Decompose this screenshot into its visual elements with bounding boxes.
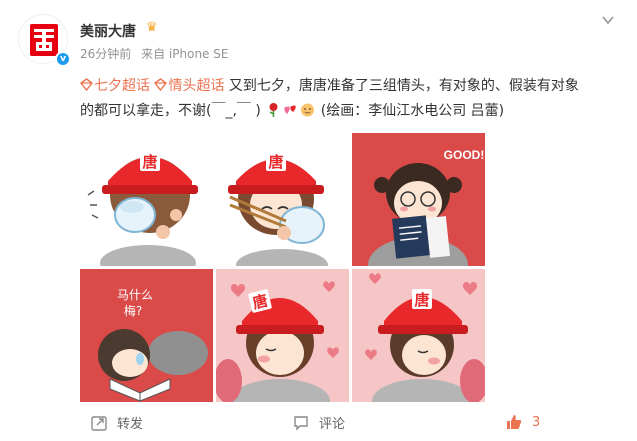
like-count: 3	[532, 414, 541, 430]
post-body-line1: 又到七夕，唐唐准备了三组情头，有对象的、假装有对象	[228, 78, 579, 94]
verified-badge-icon: v	[55, 51, 71, 67]
svg-text:GOOD!: GOOD!	[444, 148, 485, 162]
repost-button[interactable]: 转发	[90, 413, 143, 432]
crown-icon: ♛	[146, 20, 158, 35]
repost-label: 转发	[117, 417, 144, 432]
thumbs-up-icon	[507, 415, 522, 429]
hearts-emoji-icon	[284, 105, 297, 114]
svg-text:唐: 唐	[268, 153, 283, 171]
blessing-emoji-icon	[301, 103, 315, 117]
image-girl-reading[interactable]: GOOD!	[352, 133, 485, 266]
svg-text:唐: 唐	[142, 153, 157, 171]
comment-button[interactable]: 评论	[292, 413, 345, 432]
post-source: 来自 iPhone SE	[141, 47, 229, 61]
svg-text:马什么: 马什么	[117, 288, 153, 302]
image-boy-reading[interactable]: 马什么 梅?	[80, 269, 213, 402]
image-boy-drinking[interactable]: 唐	[80, 133, 213, 266]
post-time[interactable]: 26分钟前	[80, 47, 131, 61]
image-girl-blushing[interactable]: 唐	[216, 269, 349, 402]
post-body-line2: 的都可以拿走，不谢(￣_,￣ )	[80, 103, 261, 119]
topic-tag-qingtou[interactable]: 情头超话	[154, 78, 224, 94]
chevron-down-icon[interactable]	[601, 13, 615, 27]
post-credit: (绘画：李仙江水电公司 吕蕾)	[320, 103, 505, 119]
comment-icon	[294, 415, 308, 431]
image-girl-drinking[interactable]: 唐	[216, 133, 349, 266]
image-boy-blushing[interactable]: 唐	[352, 269, 485, 402]
image-grid: 唐 唐 GOOD! 马什么 梅? 唐 唐	[80, 133, 485, 402]
hat-char: 唐	[140, 151, 160, 171]
comment-label: 评论	[319, 417, 346, 432]
repost-icon	[91, 415, 107, 431]
rose-emoji-icon	[269, 103, 278, 117]
author-name[interactable]: 美丽大唐	[80, 21, 136, 41]
topic-tag-qixi[interactable]: 七夕超话	[80, 78, 150, 94]
svg-text:梅?: 梅?	[124, 303, 142, 318]
topic-diamond-icon	[154, 78, 168, 91]
action-bar: 转发 评论 3	[0, 408, 637, 438]
like-button[interactable]: 3	[505, 413, 540, 431]
svg-text:唐: 唐	[414, 291, 429, 309]
topic-diamond-icon	[80, 78, 93, 91]
post-text: 七夕超话 情头超话 又到七夕，唐唐准备了三组情头，有对象的、假装有对象 的都可以…	[80, 74, 625, 124]
post-meta: 26分钟前 来自 iPhone SE	[80, 45, 234, 62]
